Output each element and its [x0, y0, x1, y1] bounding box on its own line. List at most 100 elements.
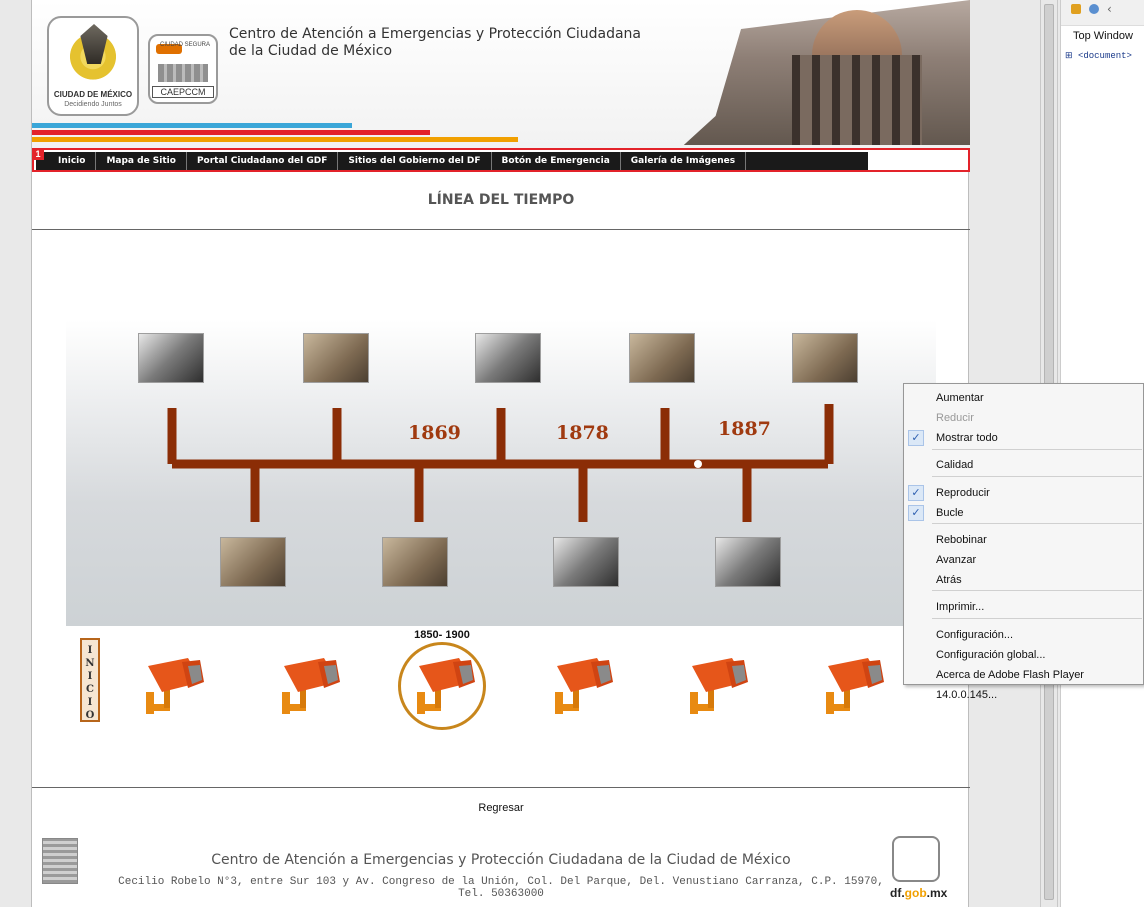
menu-item[interactable]: Acerca de Adobe Flash Player 14.0.0.145.…: [904, 665, 1144, 701]
menu-separator: [932, 476, 1142, 477]
website: CIUDAD DE MÉXICO Decidiendo Juntos CIUDA…: [31, 0, 970, 907]
checkmark-icon: ✓: [908, 430, 924, 446]
menu-item[interactable]: Avanzar: [904, 550, 1144, 570]
menu-item[interactable]: ✓ Reproducir: [904, 483, 1144, 503]
menu-item-label: Imprimir...: [936, 601, 985, 613]
year-label: 1878: [556, 422, 609, 444]
site-footer: Regresar Centro de Atención a Emergencia…: [32, 790, 970, 907]
logo-label: CAEPCCM: [152, 86, 214, 98]
history-photo[interactable]: [792, 333, 858, 383]
history-map[interactable]: [303, 333, 369, 383]
inspect-icon[interactable]: [1071, 4, 1081, 14]
highlight-badge: 1: [32, 148, 44, 160]
menu-separator: [932, 449, 1142, 450]
city-icon: [158, 64, 208, 82]
inicio-label: INICIO: [85, 645, 95, 721]
timeline-heading: LÍNEA DEL TIEMPO: [32, 174, 970, 230]
menu-item-label: Aumentar: [936, 392, 984, 404]
menu-item-label: Bucle: [936, 507, 964, 519]
menu-item[interactable]: ✓ Bucle: [904, 503, 1144, 523]
monument-columns: [792, 55, 922, 145]
history-photo[interactable]: [475, 333, 541, 383]
back-link[interactable]: Regresar: [32, 802, 970, 814]
menu-item-label: Reproducir: [936, 487, 990, 499]
browser-page: CIUDAD DE MÉXICO Decidiendo Juntos CIUDA…: [0, 0, 1144, 907]
site-title-line2: de la Ciudad de México: [229, 43, 393, 59]
menu-item-label: Mostrar todo: [936, 432, 998, 444]
camera-icon[interactable]: [822, 652, 886, 718]
flash-timeline[interactable]: 1869 1878 1887 INICIO 1850- 1900: [32, 232, 970, 788]
camera-icon[interactable]: [278, 652, 342, 718]
caepccm-logo[interactable]: CIUDAD SEGURA CAEPCCM: [148, 34, 218, 104]
menu-item: Reducir: [904, 408, 1144, 428]
history-photo[interactable]: [629, 333, 695, 383]
footer-address: Cecilio Robelo N°3, entre Sur 103 y Av. …: [118, 876, 884, 900]
document-node[interactable]: ⊞ <document>: [1065, 51, 1132, 61]
history-photo[interactable]: [382, 537, 448, 587]
menu-item[interactable]: Imprimir...: [904, 597, 1144, 617]
checkmark-icon: ✓: [908, 485, 924, 501]
logo-tag: CIUDAD SEGURA: [159, 42, 210, 48]
timeline-marker: [694, 460, 702, 468]
main-nav: Inicio Mapa de Sitio Portal Ciudadano del …: [32, 148, 970, 172]
menu-separator: [932, 618, 1142, 619]
menu-item-label: Calidad: [936, 459, 974, 471]
year-label: 1887: [718, 418, 771, 440]
caepccm-small-logo: [892, 836, 940, 882]
top-window-tab[interactable]: Top Window: [1073, 30, 1133, 42]
devtools-toolbar: ‹: [1061, 0, 1144, 26]
history-photo[interactable]: [715, 537, 781, 587]
camera-icon[interactable]: [686, 652, 750, 718]
menu-item[interactable]: Rebobinar: [904, 530, 1144, 550]
menu-item[interactable]: ✓ Mostrar todo: [904, 428, 1144, 448]
camera-icon[interactable]: [142, 652, 206, 718]
chevron-left-icon[interactable]: ‹: [1107, 2, 1112, 16]
menu-item-label: Reducir: [936, 412, 974, 424]
menu-separator: [932, 523, 1142, 524]
flash-context-menu: Aumentar Reducir ✓ Mostrar todo Calidad ✓ Repr…: [903, 383, 1144, 701]
yellow-stripe: [32, 137, 518, 142]
nav-bar: Inicio Mapa de Sitio Portal Ciudadano del …: [36, 152, 868, 170]
menu-separator: [932, 590, 1142, 591]
range-label: 1850- 1900: [414, 629, 470, 641]
logo-subtext: Decidiendo Juntos: [64, 101, 122, 108]
red-stripe: [32, 130, 430, 135]
checkmark-icon: ✓: [908, 505, 924, 521]
nav-item[interactable]: Mapa de Sitio: [96, 152, 187, 170]
logo-text: CIUDAD DE MÉXICO: [53, 90, 133, 99]
nav-item[interactable]: Sitios del Gobierno del DF: [338, 152, 492, 170]
menu-item-label: Configuración global...: [936, 649, 1046, 661]
nav-item[interactable]: Inicio: [36, 152, 97, 170]
camera-icon[interactable]: [413, 652, 477, 718]
menu-item-label: Configuración...: [936, 629, 1014, 641]
nav-item[interactable]: Galería de Imágenes: [621, 152, 747, 170]
menu-item-label: Rebobinar: [936, 534, 987, 546]
cdmx-logo[interactable]: CIUDAD DE MÉXICO Decidiendo Juntos: [47, 16, 139, 116]
menu-item[interactable]: Configuración global...: [904, 645, 1144, 665]
nav-item[interactable]: Botón de Emergencia: [492, 152, 621, 170]
history-photo[interactable]: [138, 333, 204, 383]
menu-item[interactable]: Atrás: [904, 570, 1144, 590]
footer-title: Centro de Atención a Emergencias y Prote…: [211, 852, 791, 868]
df-gob-logo[interactable]: df.gob.mx: [890, 886, 947, 900]
pointer-icon[interactable]: [1089, 4, 1099, 14]
menu-item-label: Avanzar: [936, 554, 977, 566]
menu-item[interactable]: Configuración...: [904, 625, 1144, 645]
nav-item[interactable]: Portal Ciudadano del GDF: [187, 152, 339, 170]
inicio-button[interactable]: INICIO: [80, 638, 100, 722]
blue-stripe: [32, 123, 352, 128]
menu-item-label: Atrás: [936, 574, 962, 586]
site-title: Centro de Atención a Emergencias y Prote…: [229, 26, 641, 60]
domain-part: gob: [904, 886, 927, 900]
domain-part: .mx: [926, 886, 948, 900]
page-title: LÍNEA DEL TIEMPO: [427, 192, 575, 208]
camera-icon[interactable]: [551, 652, 615, 718]
domain-part: df.: [890, 886, 905, 900]
history-photo[interactable]: [553, 537, 619, 587]
menu-item[interactable]: Aumentar: [904, 388, 1144, 408]
history-photo[interactable]: [220, 537, 286, 587]
site-title-line1: Centro de Atención a Emergencias y Prote…: [229, 26, 642, 42]
year-label: 1869: [408, 422, 461, 444]
menu-item[interactable]: Calidad: [904, 455, 1144, 475]
site-header: CIUDAD DE MÉXICO Decidiendo Juntos CIUDA…: [32, 0, 970, 148]
